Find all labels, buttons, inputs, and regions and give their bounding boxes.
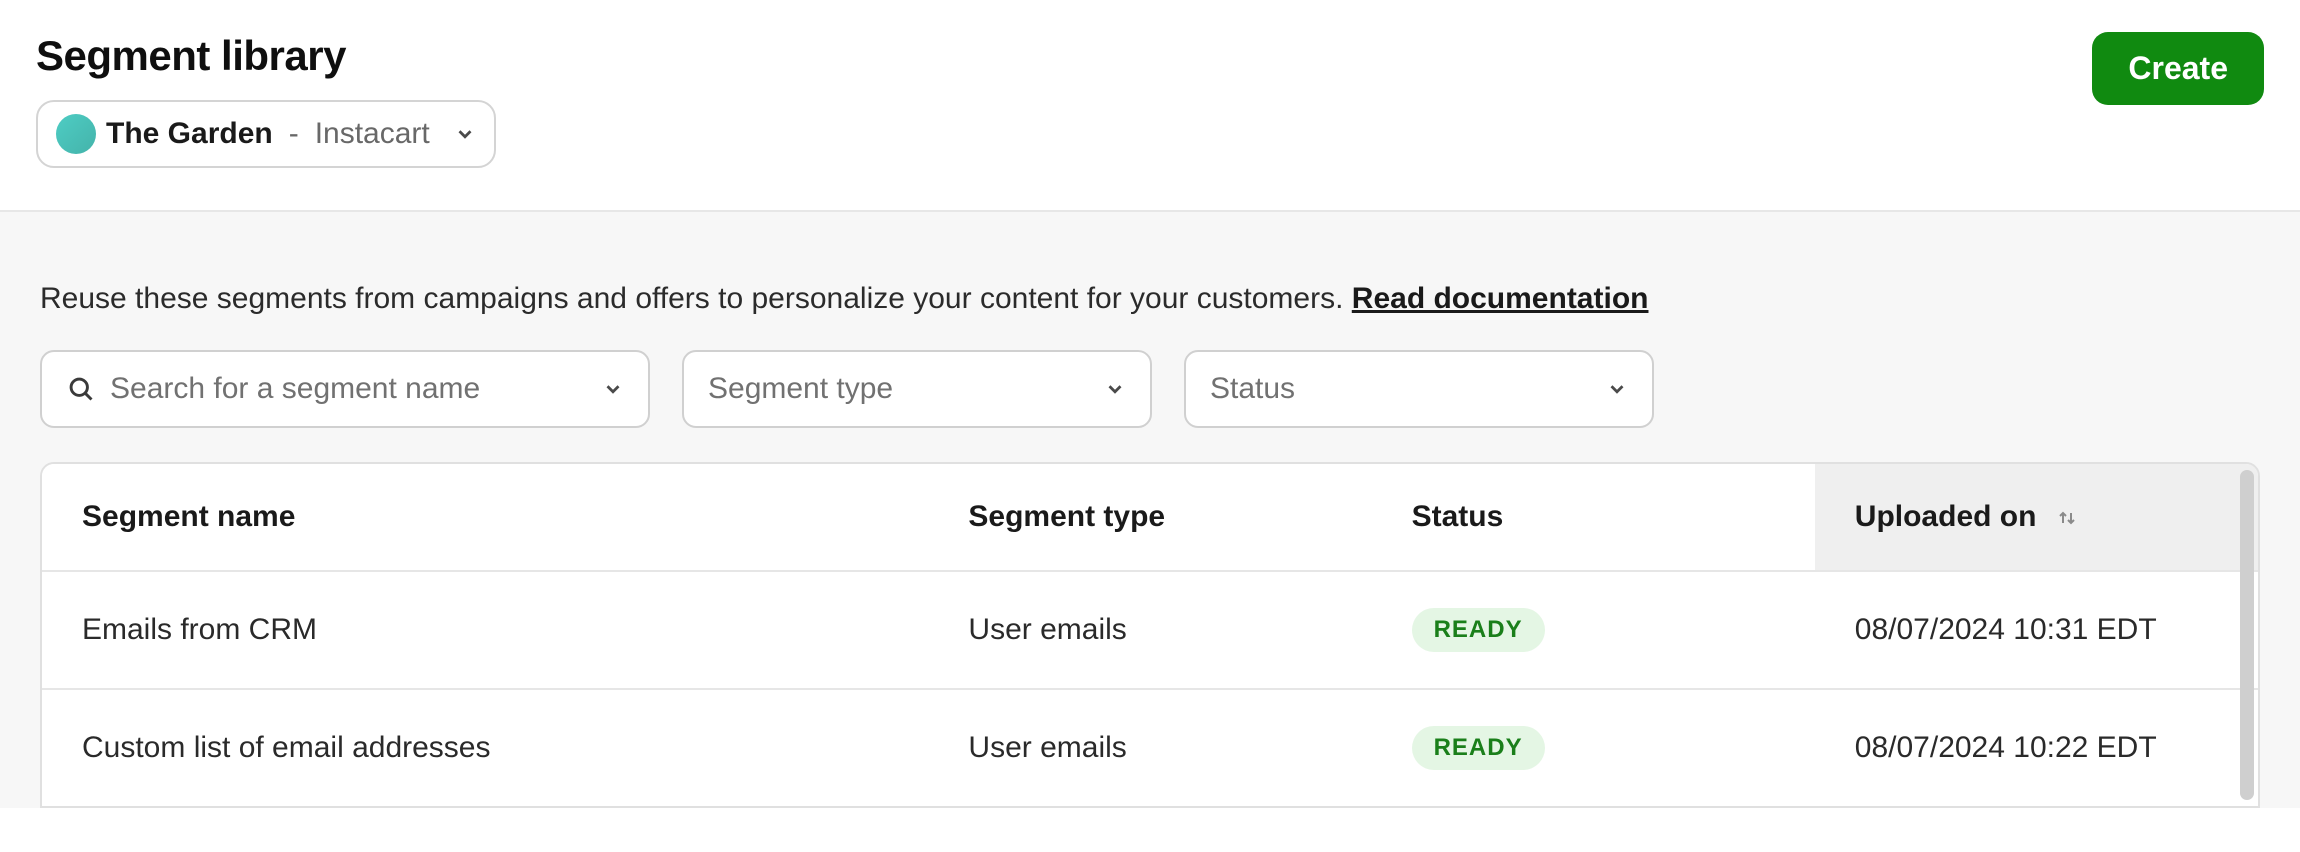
chevron-down-icon [602,378,624,400]
cell-uploaded: 08/07/2024 10:22 EDT [1815,689,2258,806]
search-placeholder: Search for a segment name [110,372,588,406]
search-icon [66,374,96,404]
brand-separator: - [289,117,299,151]
brand-sub: Instacart [315,117,430,151]
cell-segment-name: Custom list of email addresses [42,689,928,806]
cell-segment-name: Emails from CRM [42,571,928,689]
description-row: Reuse these segments from campaigns and … [40,282,2260,316]
col-uploaded-on[interactable]: Uploaded on [1815,464,2258,571]
sort-icon [2055,506,2079,530]
cell-segment-type: User emails [928,689,1371,806]
segment-type-label: Segment type [708,372,1090,406]
documentation-link[interactable]: Read documentation [1352,282,1649,315]
cell-segment-type: User emails [928,571,1371,689]
table-header-row: Segment name Segment type Status Uploade… [42,464,2258,571]
brand-name: The Garden [106,117,273,151]
table-row[interactable]: Emails from CRM User emails READY 08/07/… [42,571,2258,689]
col-uploaded-label: Uploaded on [1855,500,2037,533]
cell-status: READY [1372,689,1815,806]
brand-selector[interactable]: The Garden - Instacart [36,100,496,168]
brand-avatar [56,114,96,154]
page-header: Segment library The Garden - Instacart C… [0,0,2300,168]
cell-uploaded: 08/07/2024 10:31 EDT [1815,571,2258,689]
description-text: Reuse these segments from campaigns and … [40,282,1352,315]
create-button[interactable]: Create [2092,32,2264,105]
search-combo[interactable]: Search for a segment name [40,350,650,428]
segments-table: Segment name Segment type Status Uploade… [42,464,2258,806]
cell-status: READY [1372,571,1815,689]
col-status[interactable]: Status [1372,464,1815,571]
col-segment-name[interactable]: Segment name [42,464,928,571]
status-label: Status [1210,372,1592,406]
content-region: Reuse these segments from campaigns and … [0,212,2300,808]
chevron-down-icon [1104,378,1126,400]
title-area: Segment library The Garden - Instacart [36,32,496,168]
page-title: Segment library [36,32,496,80]
segment-type-filter[interactable]: Segment type [682,350,1152,428]
chevron-down-icon [454,123,476,145]
table-row[interactable]: Custom list of email addresses User emai… [42,689,2258,806]
status-filter[interactable]: Status [1184,350,1654,428]
filters-row: Search for a segment name Segment type S… [40,350,2260,428]
vertical-scrollbar[interactable] [2240,470,2254,800]
segments-table-container: Segment name Segment type Status Uploade… [40,462,2260,808]
status-badge: READY [1412,726,1545,770]
status-badge: READY [1412,608,1545,652]
chevron-down-icon [1606,378,1628,400]
col-segment-type[interactable]: Segment type [928,464,1371,571]
